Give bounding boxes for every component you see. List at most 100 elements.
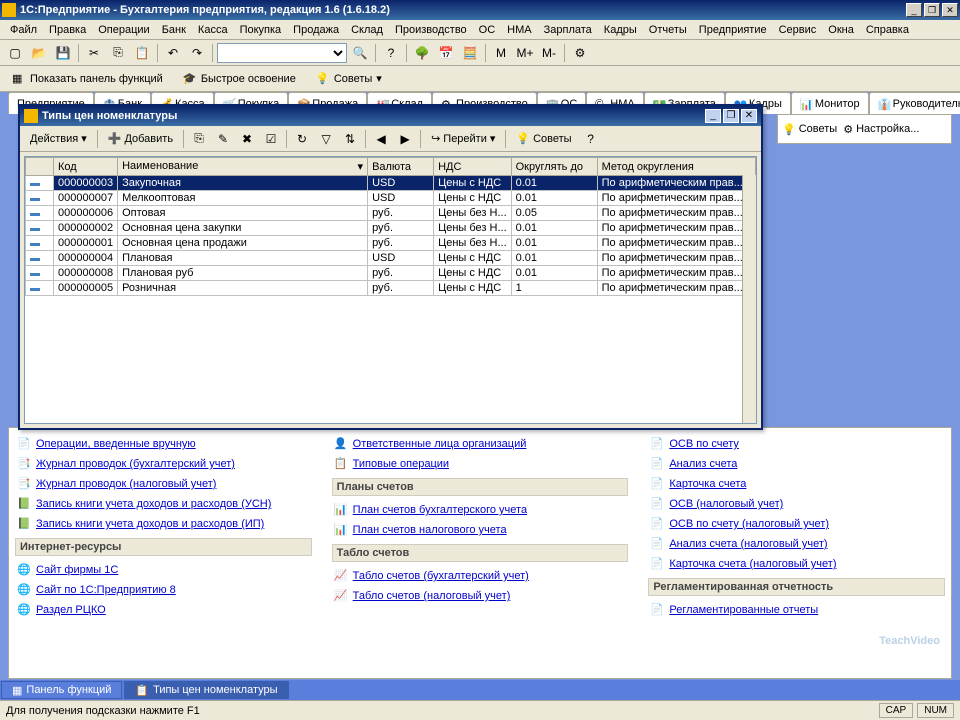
save-icon[interactable]: 💾	[52, 42, 74, 64]
tab-manager[interactable]: 👔Руководителю	[869, 92, 960, 114]
link-tablo-tax[interactable]: Табло счетов (налоговый учет)	[353, 590, 511, 602]
quick-start-button[interactable]: 🎓 Быстрое освоение	[177, 68, 302, 90]
price-types-grid[interactable]: Код Наименование ▾ Валюта НДС Округлять …	[24, 156, 757, 424]
menu-nma[interactable]: НМА	[501, 22, 537, 38]
col-name[interactable]: Наименование ▾	[118, 158, 368, 176]
link-book-usn[interactable]: Запись книги учета доходов и расходов (У…	[36, 498, 271, 510]
close-button[interactable]: ✕	[942, 3, 958, 17]
mark-icon[interactable]: ☑	[260, 128, 282, 150]
restore-button[interactable]: ❐	[924, 3, 940, 17]
go-button[interactable]: ↪Перейти ▾	[425, 128, 501, 150]
link-manual-ops[interactable]: Операции, введенные вручную	[36, 438, 196, 450]
help-icon[interactable]: ?	[380, 42, 402, 64]
show-panel-button[interactable]: ▦ Показать панель функций	[6, 68, 169, 90]
menu-bank[interactable]: Банк	[156, 22, 192, 38]
menu-hr[interactable]: Кадры	[598, 22, 643, 38]
menu-warehouse[interactable]: Склад	[345, 22, 389, 38]
table-row[interactable]: ▬ 000000001 Основная цена продажи руб. Ц…	[26, 236, 756, 251]
undo-icon[interactable]: ↶	[162, 42, 184, 64]
link-journal-tax[interactable]: Журнал проводок (налоговый учет)	[36, 478, 216, 490]
link-card[interactable]: Карточка счета	[669, 478, 746, 490]
link-chart-tax[interactable]: План счетов налогового учета	[353, 524, 507, 536]
menu-salary[interactable]: Зарплата	[538, 22, 598, 38]
col-code[interactable]: Код	[54, 158, 118, 176]
m-plus-icon[interactable]: M+	[514, 42, 536, 64]
link-osv-tax[interactable]: ОСВ (налоговый учет)	[669, 498, 783, 510]
table-row[interactable]: ▬ 000000006 Оптовая руб. Цены без Н... 0…	[26, 206, 756, 221]
link-analysis-tax[interactable]: Анализ счета (налоговый учет)	[669, 538, 827, 550]
tree-icon[interactable]: 🌳	[411, 42, 433, 64]
table-row[interactable]: ▬ 000000004 Плановая USD Цены с НДС 0.01…	[26, 251, 756, 266]
link-analysis[interactable]: Анализ счета	[669, 458, 737, 470]
menu-os[interactable]: ОС	[473, 22, 502, 38]
table-row[interactable]: ▬ 000000005 Розничная руб. Цены с НДС 1 …	[26, 281, 756, 296]
tab-monitor[interactable]: 📊Монитор	[791, 92, 869, 114]
link-1c-site[interactable]: Сайт фирмы 1С	[36, 564, 118, 576]
col-round[interactable]: Округлять до	[511, 158, 597, 176]
table-row[interactable]: ▬ 000000003 Закупочная USD Цены с НДС 0.…	[26, 176, 756, 191]
modal-help-icon[interactable]: ?	[580, 128, 602, 150]
link-journal-acc[interactable]: Журнал проводок (бухгалтерский учет)	[36, 458, 235, 470]
m-minus-icon[interactable]: M-	[538, 42, 560, 64]
add-button[interactable]: ➕Добавить	[102, 128, 179, 150]
actions-button[interactable]: Действия ▾	[24, 128, 93, 150]
refresh-icon[interactable]: ↻	[291, 128, 313, 150]
new-doc-icon[interactable]: ▢	[4, 42, 26, 64]
menu-reports[interactable]: Отчеты	[643, 22, 693, 38]
menu-production[interactable]: Производство	[389, 22, 473, 38]
menu-file[interactable]: Файл	[4, 22, 43, 38]
cut-icon[interactable]: ✂	[83, 42, 105, 64]
calendar-icon[interactable]: 🧮	[459, 42, 481, 64]
filter-icon[interactable]: ▽	[315, 128, 337, 150]
menu-service[interactable]: Сервис	[773, 22, 823, 38]
menu-operations[interactable]: Операции	[92, 22, 155, 38]
modal-close-button[interactable]: ✕	[741, 109, 757, 123]
link-card-tax[interactable]: Карточка счета (налоговый учет)	[669, 558, 836, 570]
link-chart-acc[interactable]: План счетов бухгалтерского учета	[353, 504, 527, 516]
link-regulated[interactable]: Регламентированные отчеты	[669, 604, 818, 616]
link-responsible[interactable]: Ответственные лица организаций	[353, 438, 527, 450]
menu-help[interactable]: Справка	[860, 22, 915, 38]
style-combo[interactable]	[217, 43, 347, 63]
menu-enterprise[interactable]: Предприятие	[693, 22, 773, 38]
menu-cash[interactable]: Касса	[192, 22, 234, 38]
nav-next-icon[interactable]: ▶	[394, 128, 416, 150]
link-typical-ops[interactable]: Типовые операции	[353, 458, 449, 470]
table-row[interactable]: ▬ 000000007 Мелкооптовая USD Цены с НДС …	[26, 191, 756, 206]
menu-purchase[interactable]: Покупка	[234, 22, 288, 38]
settings-icon[interactable]: ⚙	[569, 42, 591, 64]
open-icon[interactable]: 📂	[28, 42, 50, 64]
modal-minimize-button[interactable]: _	[705, 109, 721, 123]
find-icon[interactable]: 🔍	[349, 42, 371, 64]
delete-row-icon[interactable]: ✖	[236, 128, 258, 150]
col-icon[interactable]	[26, 158, 54, 176]
table-row[interactable]: ▬ 000000008 Плановая руб руб. Цены с НДС…	[26, 266, 756, 281]
calc-icon[interactable]: 📅	[435, 42, 457, 64]
link-rcko[interactable]: Раздел РЦКО	[36, 604, 106, 616]
sort-icon[interactable]: ⇅	[339, 128, 361, 150]
menu-sale[interactable]: Продажа	[287, 22, 345, 38]
col-vat[interactable]: НДС	[434, 158, 512, 176]
link-osv-acc[interactable]: ОСВ по счету	[669, 438, 739, 450]
tips-button[interactable]: 💡 Советы ▾	[310, 68, 388, 90]
modal-tips-button[interactable]: 💡Советы	[510, 128, 577, 150]
paste-icon[interactable]: 📋	[131, 42, 153, 64]
link-book-ip[interactable]: Запись книги учета доходов и расходов (И…	[36, 518, 264, 530]
edit-row-icon[interactable]: ✎	[212, 128, 234, 150]
m-icon[interactable]: M	[490, 42, 512, 64]
table-row[interactable]: ▬ 000000002 Основная цена закупки руб. Ц…	[26, 221, 756, 236]
minimize-button[interactable]: _	[906, 3, 922, 17]
copy-row-icon[interactable]: ⎘	[188, 128, 210, 150]
nav-prev-icon[interactable]: ◀	[370, 128, 392, 150]
col-currency[interactable]: Валюта	[368, 158, 434, 176]
taskbar-panel[interactable]: ▦Панель функций	[1, 681, 122, 699]
tips-link[interactable]: 💡Советы	[782, 119, 837, 139]
menu-windows[interactable]: Окна	[822, 22, 860, 38]
taskbar-modal[interactable]: 📋Типы цен номенклатуры	[124, 681, 288, 699]
link-tablo-acc[interactable]: Табло счетов (бухгалтерский учет)	[353, 570, 529, 582]
menu-edit[interactable]: Правка	[43, 22, 92, 38]
link-osv-acc-tax[interactable]: ОСВ по счету (налоговый учет)	[669, 518, 829, 530]
redo-icon[interactable]: ↷	[186, 42, 208, 64]
copy-icon[interactable]: ⎘	[107, 42, 129, 64]
settings-link[interactable]: ⚙Настройка...	[843, 119, 919, 139]
